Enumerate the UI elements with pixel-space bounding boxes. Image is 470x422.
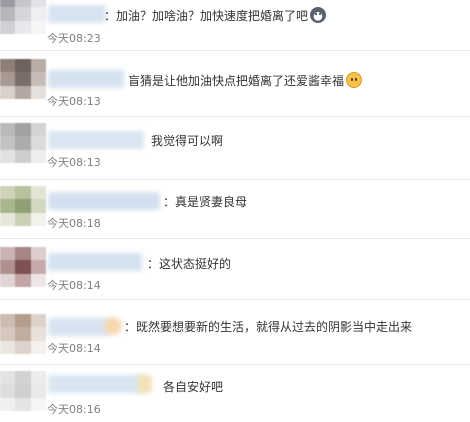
comment-text: 我觉得可以啊: [151, 134, 224, 148]
avatar[interactable]: [0, 59, 46, 99]
avatar[interactable]: [0, 247, 46, 287]
comment-item: ：这状态挺好的 今天08:14: [0, 239, 470, 300]
commenter-name-blurred[interactable]: [48, 318, 110, 336]
comment-item: ：加油？加啥油？加快速度把婚离了吧 今天08:23: [0, 0, 470, 51]
comment-time: 今天08:13: [47, 156, 101, 169]
commenter-name-blurred[interactable]: [48, 375, 144, 393]
comment-feed: ：加油？加啥油？加快速度把婚离了吧 今天08:23 盲猜是让他加油快点把婚离了还…: [0, 0, 470, 422]
comment-text: ：真是贤妻良母: [163, 195, 248, 209]
commenter-badge-blurred: [104, 317, 122, 335]
commenter-name-blurred[interactable]: [48, 5, 106, 23]
commenter-name-blurred[interactable]: [48, 253, 142, 271]
avatar[interactable]: [0, 123, 46, 163]
comment-time: 今天08:18: [47, 217, 101, 230]
comment-text: ：加油？加啥油？加快速度把婚离了吧: [104, 7, 327, 24]
avatar[interactable]: [0, 186, 46, 226]
cat-face-emoji: [346, 72, 363, 88]
comment-text: 各自安好吧: [163, 380, 224, 394]
comment-item: ：真是贤妻良母 今天08:18: [0, 180, 470, 239]
avatar[interactable]: [0, 0, 46, 34]
commenter-name-blurred[interactable]: [48, 131, 144, 149]
comment-text: 盲猜是让他加油快点把婚离了还爱酱幸福: [128, 72, 363, 89]
comment-text: ：这状态挺好的: [147, 257, 232, 271]
commenter-name-blurred[interactable]: [48, 192, 160, 210]
avatar[interactable]: [0, 371, 46, 411]
comment-time: 今天08:23: [47, 32, 101, 45]
comment-item: 盲猜是让他加油快点把婚离了还爱酱幸福 今天08:13: [0, 51, 470, 117]
avatar[interactable]: [0, 314, 46, 354]
dog-face-emoji: [310, 7, 327, 23]
comment-time: 今天08:16: [47, 403, 101, 416]
comment-item: 我觉得可以啊 今天08:13: [0, 117, 470, 180]
comment-item: 各自安好吧 今天08:16: [0, 365, 470, 422]
comment-time: 今天08:13: [47, 95, 101, 108]
comment-time: 今天08:14: [47, 279, 101, 292]
comment-item: ：既然要想要新的生活，就得从过去的阴影当中走出来 今天08:14: [0, 300, 470, 365]
comment-time: 今天08:14: [47, 342, 101, 355]
commenter-name-blurred[interactable]: [48, 70, 124, 88]
commenter-badge-blurred: [138, 375, 152, 393]
comment-text: ：既然要想要新的生活，就得从过去的阴影当中走出来: [124, 320, 413, 334]
